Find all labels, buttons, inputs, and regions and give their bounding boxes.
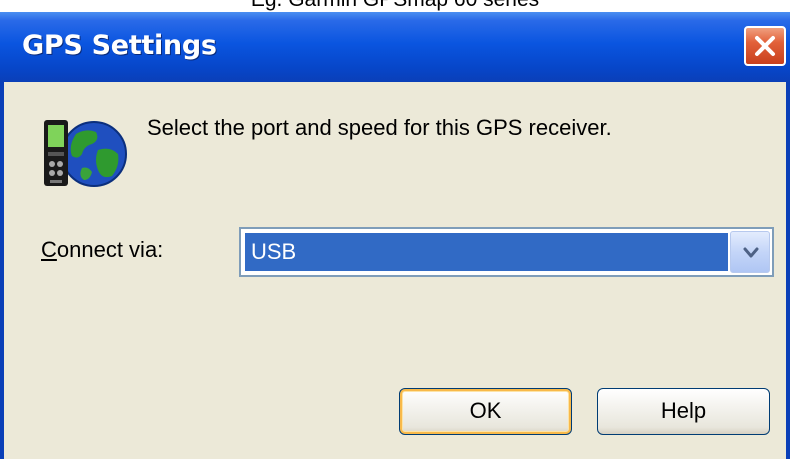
page: Eg. Garmin GPSmap 60 series GPS Settings (0, 0, 790, 459)
close-icon (755, 36, 775, 56)
instruction-text: Select the port and speed for this GPS r… (147, 115, 612, 140)
ok-button[interactable]: OK (399, 388, 572, 435)
title-bar[interactable]: GPS Settings (0, 12, 790, 82)
connect-via-selected-value: USB (245, 233, 728, 271)
connect-via-select[interactable]: USB (239, 227, 774, 277)
dropdown-button[interactable] (730, 231, 770, 273)
dialog-body: Select the port and speed for this GPS r… (4, 82, 786, 459)
gps-receiver-globe-icon (44, 120, 127, 187)
connect-via-mnemonic: C (41, 237, 57, 262)
window-title: GPS Settings (22, 30, 217, 61)
gps-settings-dialog: GPS Settings Select the port and speed f… (0, 12, 790, 459)
help-button[interactable]: Help (597, 388, 770, 435)
chevron-down-icon (743, 247, 759, 258)
connect-via-label-text: onnect via: (56, 237, 164, 262)
close-button[interactable] (744, 26, 786, 66)
connect-via-label: Connect via: (41, 237, 163, 263)
